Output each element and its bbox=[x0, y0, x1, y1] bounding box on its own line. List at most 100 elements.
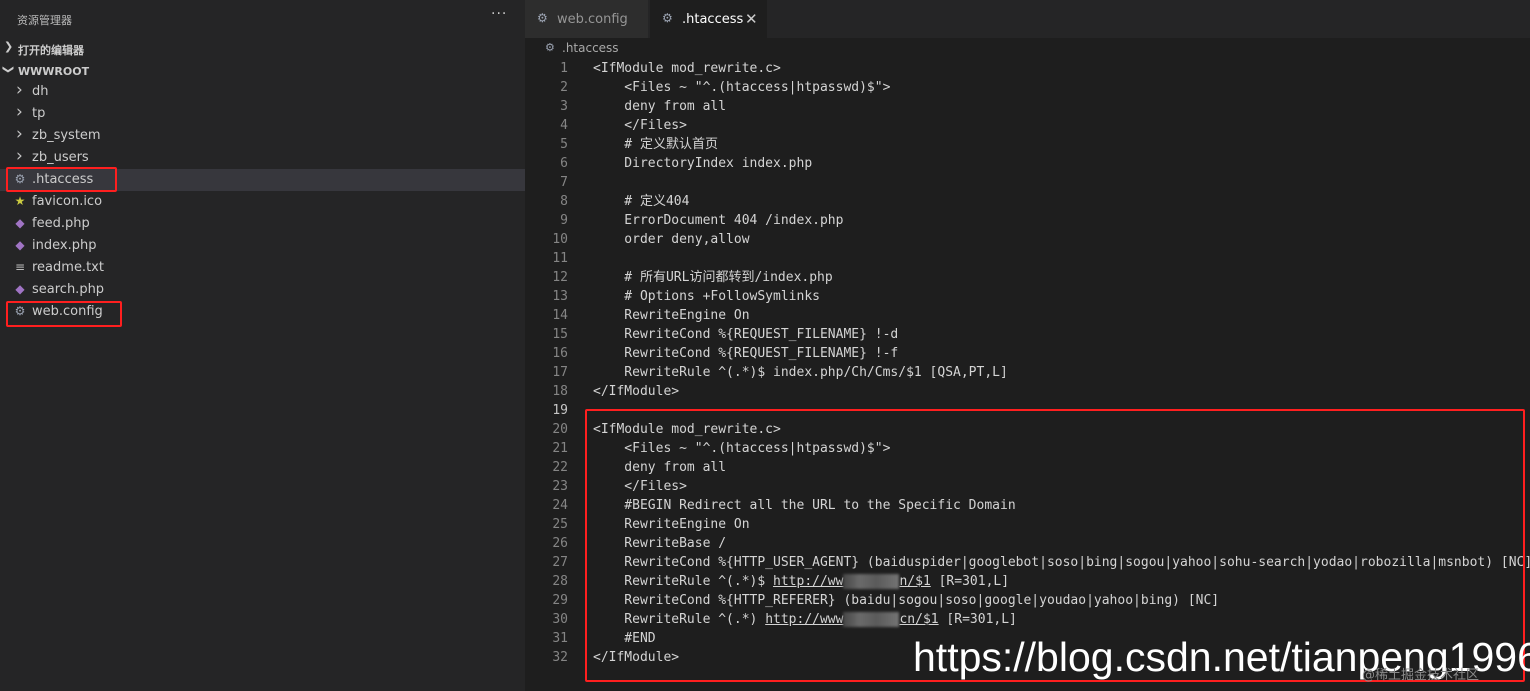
line-text: RewriteCond %{REQUEST_FILENAME} !-f bbox=[593, 346, 899, 361]
line-text: # Options +FollowSymlinks bbox=[593, 289, 820, 304]
code-line: 17 RewriteRule ^(.*)$ index.php/Ch/Cms/$… bbox=[525, 363, 1530, 382]
line-number: 27 bbox=[552, 555, 568, 570]
code-line: 18 </IfModule> bbox=[525, 382, 1530, 401]
folder-item-tp[interactable]: › tp bbox=[0, 102, 525, 125]
folder-item-zb-users[interactable]: › zb_users bbox=[0, 146, 525, 169]
line-number: 10 bbox=[552, 232, 568, 247]
line-number: 13 bbox=[552, 289, 568, 304]
file-item-search-php[interactable]: ◆ search.php bbox=[0, 279, 525, 301]
line-text: RewriteRule ^(.*)$ index.php/Ch/Cms/$1 [… bbox=[593, 365, 1008, 380]
workspace-root-label: WWWROOT bbox=[18, 65, 90, 78]
file-item-feed-php[interactable]: ◆ feed.php bbox=[0, 213, 525, 235]
code-line: 12 # 所有URL访问都转到/index.php bbox=[525, 268, 1530, 287]
code-line: 16 RewriteCond %{REQUEST_FILENAME} !-f bbox=[525, 344, 1530, 363]
line-number: 18 bbox=[552, 384, 568, 399]
explorer-sidebar: 资源管理器 ··· ❯ 打开的编辑器 ❯ WWWROOT › dh › tp › zb_s… bbox=[0, 0, 525, 691]
text-lines-icon: ≡ bbox=[14, 260, 26, 274]
tab-htaccess[interactable]: ⚙ .htaccess ✕ bbox=[650, 0, 767, 38]
line-number: 21 bbox=[552, 441, 568, 456]
php-elephant-icon: ◆ bbox=[15, 282, 25, 296]
file-item-favicon-ico[interactable]: ★ favicon.ico bbox=[0, 191, 525, 213]
line-number: 17 bbox=[552, 365, 568, 380]
tree-item-label: zb_users bbox=[32, 150, 89, 165]
tree-item-label: tp bbox=[32, 106, 46, 121]
line-text: DirectoryIndex index.php bbox=[593, 156, 813, 171]
line-text: order deny,allow bbox=[593, 232, 750, 247]
line-number: 16 bbox=[552, 346, 568, 361]
workspace-root-section[interactable]: ❯ WWWROOT bbox=[0, 60, 525, 82]
code-line: 14 RewriteEngine On bbox=[525, 306, 1530, 325]
tree-item-label: feed.php bbox=[32, 216, 90, 231]
close-icon[interactable]: ✕ bbox=[745, 10, 758, 28]
file-item-index-php[interactable]: ◆ index.php bbox=[0, 235, 525, 257]
code-line: 7 bbox=[525, 173, 1530, 192]
tree-item-label: search.php bbox=[32, 282, 105, 297]
tree-item-label: readme.txt bbox=[32, 260, 104, 275]
line-number: 3 bbox=[560, 99, 568, 114]
line-number: 15 bbox=[552, 327, 568, 342]
watermark-sub: @稀土掘金技术社区 bbox=[1362, 668, 1480, 683]
line-text: ErrorDocument 404 /index.php bbox=[593, 213, 844, 228]
line-text: <Files ~ "^.(htaccess|htpasswd)$"> bbox=[593, 80, 891, 95]
php-elephant-icon: ◆ bbox=[15, 216, 25, 230]
line-text: <IfModule mod_rewrite.c> bbox=[593, 61, 781, 76]
line-text: # 所有URL访问都转到/index.php bbox=[593, 270, 833, 285]
tree-item-label: dh bbox=[32, 84, 49, 99]
chevron-right-icon: › bbox=[16, 80, 23, 100]
folder-item-dh[interactable]: › dh bbox=[0, 80, 525, 103]
file-item-readme-txt[interactable]: ≡ readme.txt bbox=[0, 257, 525, 279]
code-line: 13 # Options +FollowSymlinks bbox=[525, 287, 1530, 306]
explorer-title: 资源管理器 bbox=[17, 14, 72, 27]
line-number: 5 bbox=[560, 137, 568, 152]
line-text: # 定义404 bbox=[593, 194, 690, 209]
line-number: 4 bbox=[560, 118, 568, 133]
php-elephant-icon: ◆ bbox=[15, 238, 25, 252]
line-number: 32 bbox=[552, 650, 568, 665]
code-line: 11 bbox=[525, 249, 1530, 268]
more-actions-icon[interactable]: ··· bbox=[491, 6, 507, 22]
highlight-box-htaccess bbox=[6, 167, 117, 192]
line-text: deny from all bbox=[593, 99, 727, 114]
line-number: 6 bbox=[560, 156, 568, 171]
line-number: 22 bbox=[552, 460, 568, 475]
highlight-box-webconfig bbox=[6, 301, 122, 327]
line-number: 8 bbox=[560, 194, 568, 209]
line-text: # 定义默认首页 bbox=[593, 137, 718, 152]
line-number: 25 bbox=[552, 517, 568, 532]
folder-item-zb-system[interactable]: › zb_system bbox=[0, 124, 525, 147]
chevron-right-icon: › bbox=[16, 124, 23, 144]
line-number: 26 bbox=[552, 536, 568, 551]
open-editors-section[interactable]: ❯ 打开的编辑器 bbox=[0, 37, 525, 59]
tab-web-config[interactable]: ⚙ web.config bbox=[525, 0, 648, 38]
chevron-right-icon: ❯ bbox=[4, 40, 14, 53]
line-number: 24 bbox=[552, 498, 568, 513]
code-line: 1 <IfModule mod_rewrite.c> bbox=[525, 59, 1530, 78]
vscode-window: 资源管理器 ··· ❯ 打开的编辑器 ❯ WWWROOT › dh › tp › zb_s… bbox=[0, 0, 1530, 691]
gear-icon: ⚙ bbox=[545, 41, 555, 54]
breadcrumb-file: .htaccess bbox=[562, 41, 619, 55]
open-editors-label: 打开的编辑器 bbox=[18, 44, 84, 57]
code-line: 2 <Files ~ "^.(htaccess|htpasswd)$"> bbox=[525, 78, 1530, 97]
tree-item-label: index.php bbox=[32, 238, 97, 253]
line-number: 7 bbox=[560, 175, 568, 190]
line-number: 19 bbox=[552, 403, 568, 418]
line-text: </Files> bbox=[593, 118, 687, 133]
line-text: </IfModule> bbox=[593, 384, 680, 399]
line-number: 28 bbox=[552, 574, 568, 589]
code-line: 3 deny from all bbox=[525, 97, 1530, 116]
tree-item-label: favicon.ico bbox=[32, 194, 103, 209]
chevron-down-icon: ❯ bbox=[2, 64, 16, 75]
line-number: 11 bbox=[552, 251, 568, 266]
line-number: 14 bbox=[552, 308, 568, 323]
code-line: 9 ErrorDocument 404 /index.php bbox=[525, 211, 1530, 230]
star-icon: ★ bbox=[14, 194, 26, 208]
line-number: 20 bbox=[552, 422, 568, 437]
code-line: 4 </Files> bbox=[525, 116, 1530, 135]
line-text: RewriteCond %{REQUEST_FILENAME} !-d bbox=[593, 327, 899, 342]
code-line: 10 order deny,allow bbox=[525, 230, 1530, 249]
gear-icon: ⚙ bbox=[662, 11, 673, 25]
tree-item-label: zb_system bbox=[32, 128, 101, 143]
line-number: 9 bbox=[560, 213, 568, 228]
chevron-right-icon: › bbox=[16, 102, 23, 122]
line-number: 2 bbox=[560, 80, 568, 95]
